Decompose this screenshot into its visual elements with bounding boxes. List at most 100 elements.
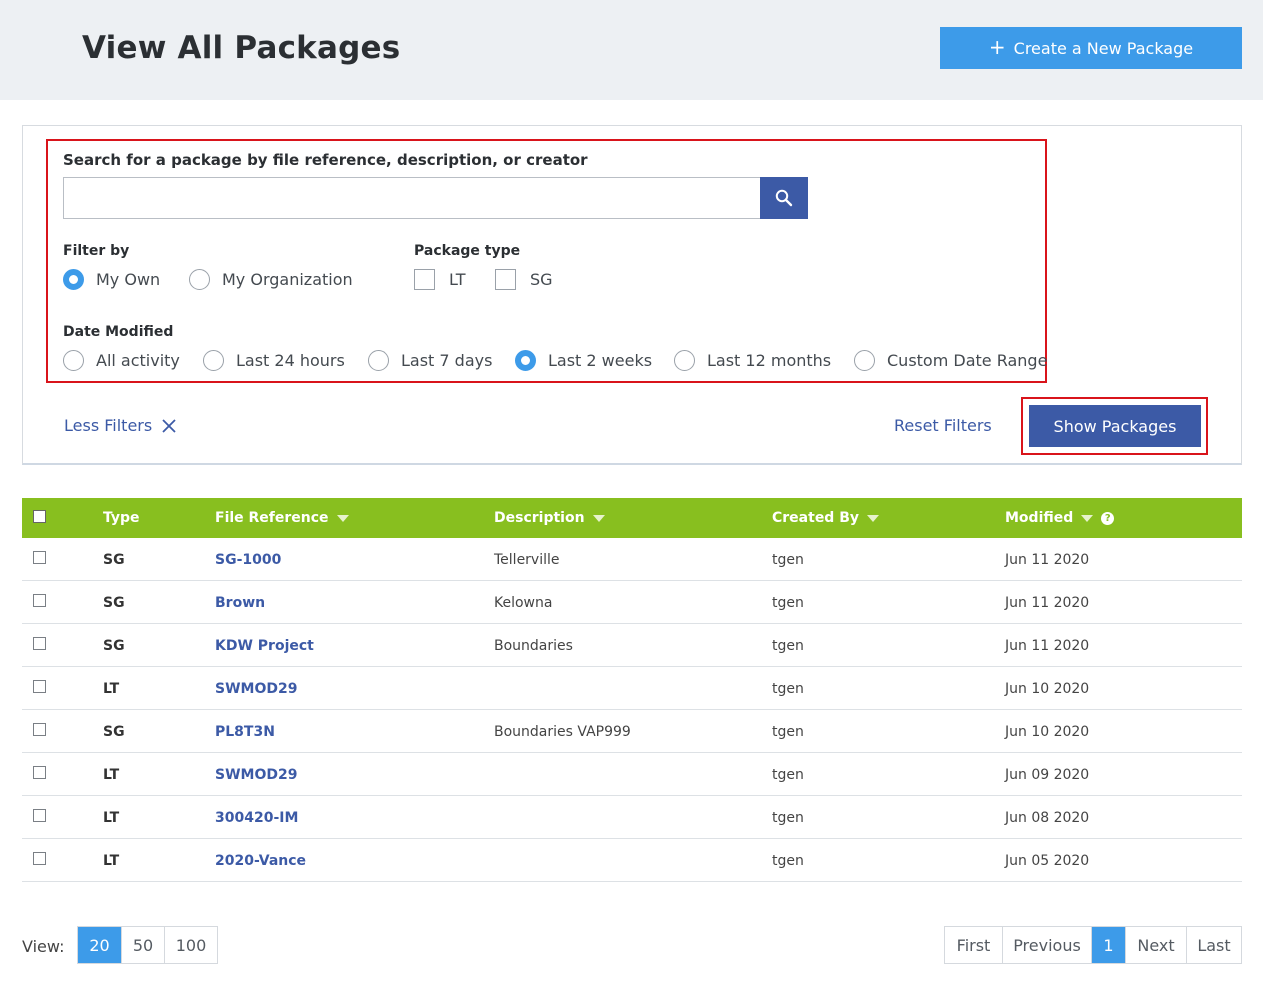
- less-filters-label: Less Filters: [64, 416, 153, 435]
- radio-last-2-weeks[interactable]: Last 2 weeks: [515, 350, 652, 371]
- row-checkbox[interactable]: [33, 766, 46, 779]
- cell-modified: Jun 11 2020: [1005, 595, 1090, 611]
- column-header-created-by[interactable]: Created By: [772, 510, 880, 526]
- table-row: LT 300420-IM tgen Jun 08 2020: [22, 796, 1242, 839]
- cell-created-by: tgen: [772, 810, 804, 826]
- page-size-50[interactable]: 50: [122, 927, 165, 963]
- file-reference-link[interactable]: SWMOD29: [215, 681, 297, 697]
- radio-label: Last 7 days: [401, 351, 493, 370]
- search-label: Search for a package by file reference, …: [63, 151, 588, 169]
- cell-created-by: tgen: [772, 595, 804, 611]
- radio-label: Last 2 weeks: [548, 351, 653, 370]
- table-row: LT SWMOD29 tgen Jun 10 2020: [22, 667, 1242, 710]
- radio-label: My Organization: [222, 270, 353, 289]
- checkbox-lt[interactable]: LT: [414, 269, 465, 290]
- radio-last-24-hours[interactable]: Last 24 hours: [203, 350, 345, 371]
- cell-type: LT: [103, 853, 120, 869]
- checkbox-sg[interactable]: SG: [495, 269, 553, 290]
- radio-custom-date-range[interactable]: Custom Date Range: [854, 350, 1047, 371]
- show-packages-button[interactable]: Show Packages: [1029, 405, 1201, 447]
- radio-label: Last 24 hours: [236, 351, 345, 370]
- pagination-page-1[interactable]: 1: [1092, 927, 1126, 963]
- row-checkbox[interactable]: [33, 723, 46, 736]
- radio-unselected-icon: [63, 350, 84, 371]
- row-checkbox[interactable]: [33, 680, 46, 693]
- column-header-file-reference[interactable]: File Reference: [215, 510, 349, 526]
- cell-created-by: tgen: [772, 767, 804, 783]
- row-checkbox[interactable]: [33, 637, 46, 650]
- file-reference-link[interactable]: PL8T3N: [215, 724, 275, 740]
- filters-highlight-box: [46, 139, 1047, 383]
- cell-description: Boundaries VAP999: [494, 724, 631, 740]
- radio-unselected-icon: [674, 350, 695, 371]
- row-checkbox[interactable]: [33, 551, 46, 564]
- file-reference-link[interactable]: Brown: [215, 595, 265, 611]
- date-modified-label: Date Modified: [63, 324, 174, 340]
- less-filters-link[interactable]: Less Filters: [64, 416, 176, 435]
- table-row: LT SWMOD29 tgen Jun 09 2020: [22, 753, 1242, 796]
- page-title: View All Packages: [82, 30, 401, 66]
- sort-caret-icon: [336, 514, 349, 522]
- radio-label: My Own: [96, 270, 161, 289]
- help-icon[interactable]: ?: [1101, 511, 1115, 525]
- plus-icon: +: [988, 35, 1006, 59]
- row-checkbox[interactable]: [33, 594, 46, 607]
- checkbox-icon: [495, 269, 516, 290]
- radio-label: Last 12 months: [707, 351, 832, 370]
- pagination-next[interactable]: Next: [1126, 927, 1187, 963]
- cell-modified: Jun 09 2020: [1005, 767, 1090, 783]
- column-header-type: Type: [103, 510, 140, 526]
- pagination-first[interactable]: First: [945, 927, 1003, 963]
- page-size-selector: 20 50 100: [77, 926, 218, 964]
- radio-last-12-months[interactable]: Last 12 months: [674, 350, 831, 371]
- radio-label: Custom Date Range: [887, 351, 1048, 370]
- column-header-modified[interactable]: Modified?: [1005, 510, 1115, 526]
- row-checkbox[interactable]: [33, 852, 46, 865]
- cell-type: LT: [103, 810, 120, 826]
- file-reference-link[interactable]: 2020-Vance: [215, 853, 306, 869]
- sort-caret-icon: [867, 514, 880, 522]
- radio-label: All activity: [96, 351, 180, 370]
- radio-last-7-days[interactable]: Last 7 days: [368, 350, 492, 371]
- pagination-previous[interactable]: Previous: [1003, 927, 1092, 963]
- cell-created-by: tgen: [772, 724, 804, 740]
- page-size-20[interactable]: 20: [78, 927, 122, 963]
- column-header-description[interactable]: Description: [494, 510, 605, 526]
- file-reference-link[interactable]: 300420-IM: [215, 810, 298, 826]
- file-reference-link[interactable]: KDW Project: [215, 638, 314, 654]
- cell-modified: Jun 10 2020: [1005, 681, 1090, 697]
- radio-all-activity[interactable]: All activity: [63, 350, 180, 371]
- search-icon: [775, 189, 793, 207]
- pagination-last[interactable]: Last: [1187, 927, 1241, 963]
- file-reference-link[interactable]: SWMOD29: [215, 767, 297, 783]
- create-package-button[interactable]: + Create a New Package: [940, 27, 1242, 69]
- search-input[interactable]: [63, 177, 761, 219]
- cell-type: LT: [103, 767, 120, 783]
- package-type-label: Package type: [414, 243, 521, 259]
- radio-my-organization[interactable]: My Organization: [189, 269, 353, 290]
- cell-type: SG: [103, 638, 125, 654]
- view-label: View:: [22, 937, 65, 956]
- cell-description: Tellerville: [494, 552, 560, 568]
- pagination: First Previous 1 Next Last: [944, 926, 1242, 964]
- radio-my-own[interactable]: My Own: [63, 269, 160, 290]
- file-reference-link[interactable]: SG-1000: [215, 552, 281, 568]
- reset-filters-link[interactable]: Reset Filters: [894, 416, 992, 435]
- radio-selected-icon: [63, 269, 84, 290]
- select-all-checkbox[interactable]: [33, 510, 46, 523]
- search-button[interactable]: [760, 177, 808, 219]
- page-size-100[interactable]: 100: [165, 927, 217, 963]
- row-checkbox[interactable]: [33, 809, 46, 822]
- table-row: SG PL8T3N Boundaries VAP999 tgen Jun 10 …: [22, 710, 1242, 753]
- cell-created-by: tgen: [772, 638, 804, 654]
- table-row: SG Brown Kelowna tgen Jun 11 2020: [22, 581, 1242, 624]
- checkbox-label: LT: [449, 270, 466, 289]
- table-row: SG SG-1000 Tellerville tgen Jun 11 2020: [22, 538, 1242, 581]
- cell-description: Kelowna: [494, 595, 553, 611]
- radio-unselected-icon: [203, 350, 224, 371]
- cell-created-by: tgen: [772, 853, 804, 869]
- cell-type: SG: [103, 595, 125, 611]
- checkbox-label: SG: [530, 270, 553, 289]
- sort-caret-icon: [592, 514, 605, 522]
- table-row: SG KDW Project Boundaries tgen Jun 11 20…: [22, 624, 1242, 667]
